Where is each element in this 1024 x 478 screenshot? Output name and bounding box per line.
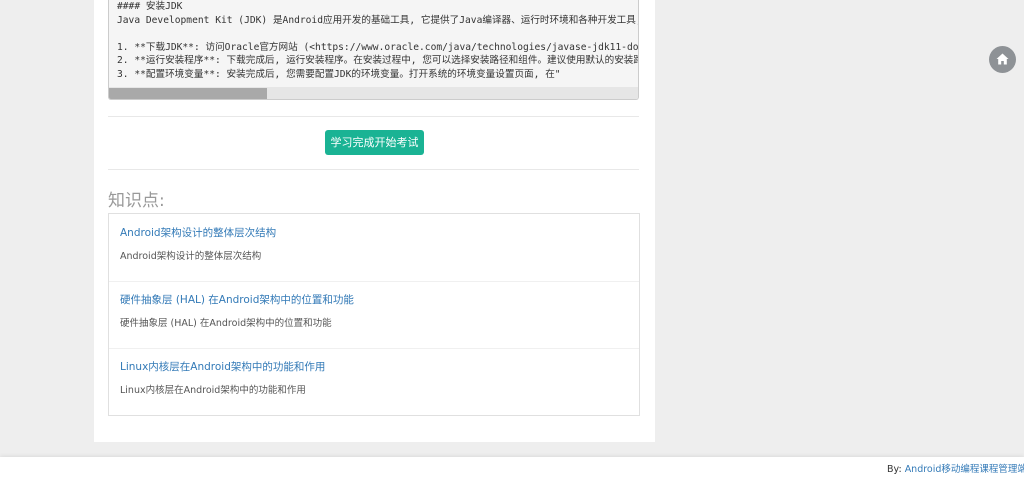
item-separator [109,281,639,282]
item-separator [109,348,639,349]
code-line: Java Development Kit (JDK) 是Android应用开发的… [117,14,639,26]
code-content: #### 安装JDK Java Development Kit (JDK) 是An… [109,0,638,81]
home-button[interactable] [989,46,1016,73]
knowledge-item: Linux内核层在Android架构中的功能和作用 Linux内核层在Andro… [120,359,630,398]
code-block[interactable]: #### 安装JDK Java Development Kit (JDK) 是An… [108,0,639,100]
knowledge-item-link[interactable]: 硬件抽象层 (HAL) 在Android架构中的位置和功能 [120,292,630,308]
home-icon [996,53,1009,65]
footer-by-label: By: [887,464,902,475]
footer-credit: By: Android移动编程课程管理端 [887,461,1024,475]
code-line: #### 安装JDK [117,1,183,12]
divider [108,169,639,170]
code-line: 3. **配置环境变量**: 安装完成后, 您需要配置JDK的环境变量。打开系统… [117,68,561,80]
scrollbar-thumb[interactable] [109,88,267,99]
knowledge-item-link[interactable]: Linux内核层在Android架构中的功能和作用 [120,359,630,375]
divider [108,116,639,117]
footer-author-link[interactable]: Android移动编程课程管理端 [905,464,1024,475]
knowledge-section-title: 知识点: [108,191,165,211]
footer: By: Android移动编程课程管理端 [0,457,1024,478]
knowledge-item-link[interactable]: Android架构设计的整体层次结构 [120,225,630,241]
knowledge-item-desc: Linux内核层在Android架构中的功能和作用 [120,385,306,396]
code-line: 2. **运行安装程序**: 下载完成后, 运行安装程序。在安装过程中, 您可以… [117,55,639,66]
start-exam-button[interactable]: 学习完成开始考试 [325,130,424,155]
knowledge-item: Android架构设计的整体层次结构 Android架构设计的整体层次结构 [120,225,630,264]
horizontal-scrollbar[interactable] [109,87,638,99]
knowledge-item-desc: Android架构设计的整体层次结构 [120,251,262,262]
knowledge-item: 硬件抽象层 (HAL) 在Android架构中的位置和功能 硬件抽象层 (HAL… [120,292,630,331]
code-line: 1. **下载JDK**: 访问Oracle官方网站 (<https://www… [117,41,639,53]
knowledge-item-desc: 硬件抽象层 (HAL) 在Android架构中的位置和功能 [120,318,332,329]
knowledge-list: Android架构设计的整体层次结构 Android架构设计的整体层次结构 硬件… [108,213,640,416]
content-card: #### 安装JDK Java Development Kit (JDK) 是An… [94,0,655,442]
page: #### 安装JDK Java Development Kit (JDK) 是An… [0,0,1024,478]
